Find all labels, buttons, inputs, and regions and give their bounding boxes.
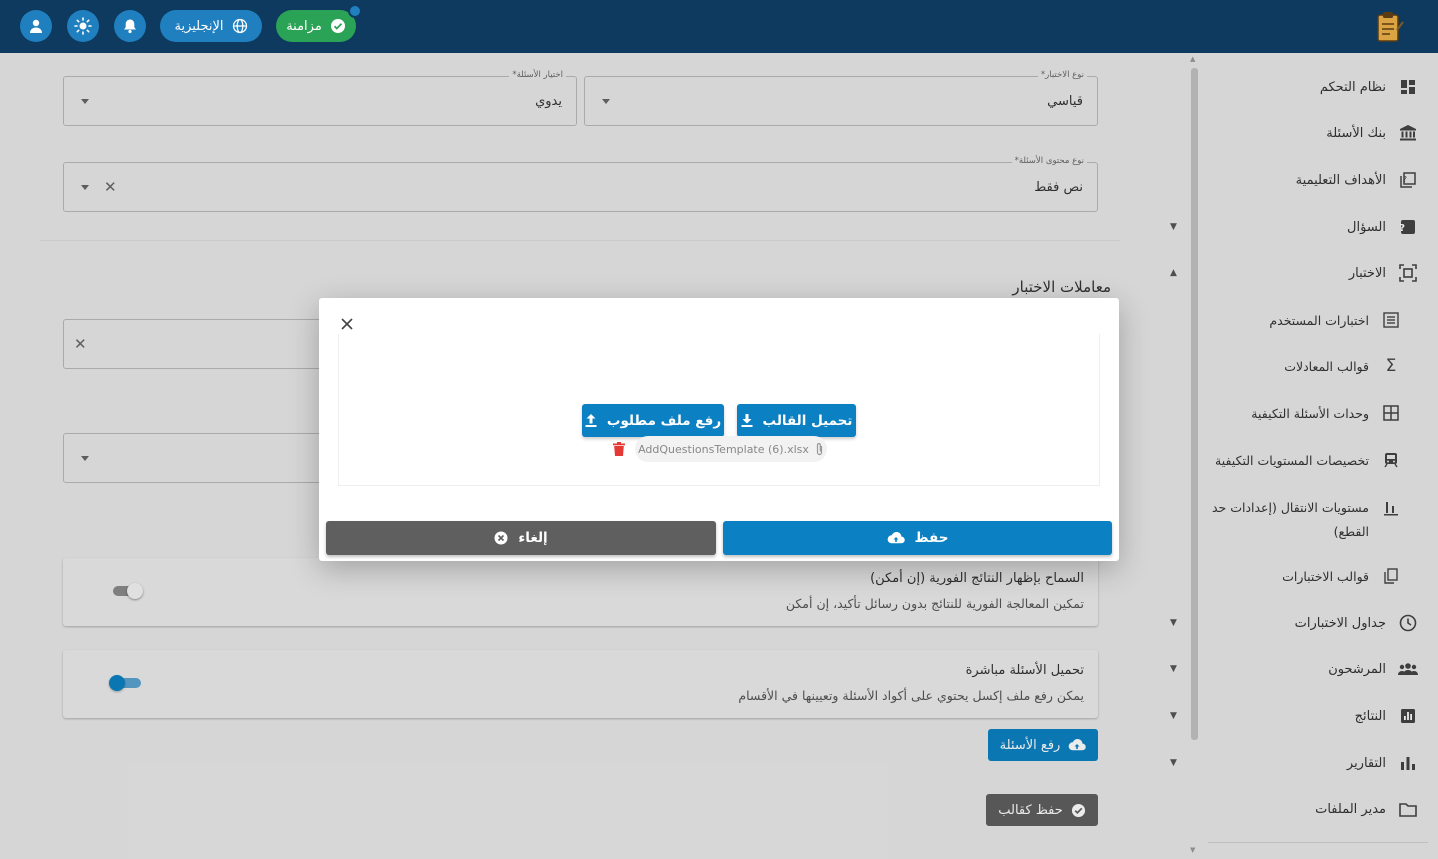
notifications-button[interactable] (114, 10, 146, 42)
upload-icon (585, 414, 597, 427)
globe-icon (232, 18, 247, 34)
dialog-body: تحميل القالب رفع ملف مطلوب AddQuestionsT… (338, 334, 1100, 486)
download-template-button[interactable]: تحميل القالب (737, 404, 856, 437)
cloud-upload-icon (887, 531, 905, 544)
top-bar: الإنجليزية مزامنة (0, 0, 1438, 53)
save-label: حفظ (914, 530, 949, 546)
bell-icon (124, 19, 136, 34)
close-icon (341, 318, 353, 330)
language-button[interactable]: الإنجليزية (160, 10, 262, 42)
save-button[interactable]: حفظ (723, 521, 1112, 555)
user-account-button[interactable] (20, 10, 52, 42)
file-name: AddQuestionsTemplate (6).xlsx (638, 442, 809, 456)
download-template-label: تحميل القالب (762, 412, 853, 429)
check-circle-icon (330, 19, 345, 33)
cancel-button[interactable]: إلغاء (326, 521, 716, 555)
sync-status-dot (348, 4, 362, 18)
theme-toggle-button[interactable] (67, 10, 99, 42)
paperclip-icon (816, 443, 823, 456)
delete-file-button[interactable] (611, 441, 625, 457)
user-icon (30, 19, 42, 33)
uploaded-file-chip: AddQuestionsTemplate (6).xlsx (635, 436, 827, 462)
cancel-label: إلغاء (518, 530, 548, 546)
sun-icon (74, 17, 92, 35)
app-logo[interactable] (1372, 10, 1406, 44)
cancel-circle-icon (494, 531, 508, 545)
sync-label: مزامنة (286, 18, 322, 34)
upload-dialog: تحميل القالب رفع ملف مطلوب AddQuestionsT… (319, 298, 1119, 561)
sync-button[interactable]: مزامنة (276, 4, 362, 42)
upload-required-file-button[interactable]: رفع ملف مطلوب (582, 404, 724, 437)
language-label: الإنجليزية (174, 18, 224, 34)
close-dialog-button[interactable] (339, 316, 355, 332)
clipboard-logo-icon (1377, 12, 1404, 42)
upload-required-file-label: رفع ملف مطلوب (606, 412, 722, 429)
download-icon (741, 414, 753, 427)
trash-icon (613, 442, 625, 456)
